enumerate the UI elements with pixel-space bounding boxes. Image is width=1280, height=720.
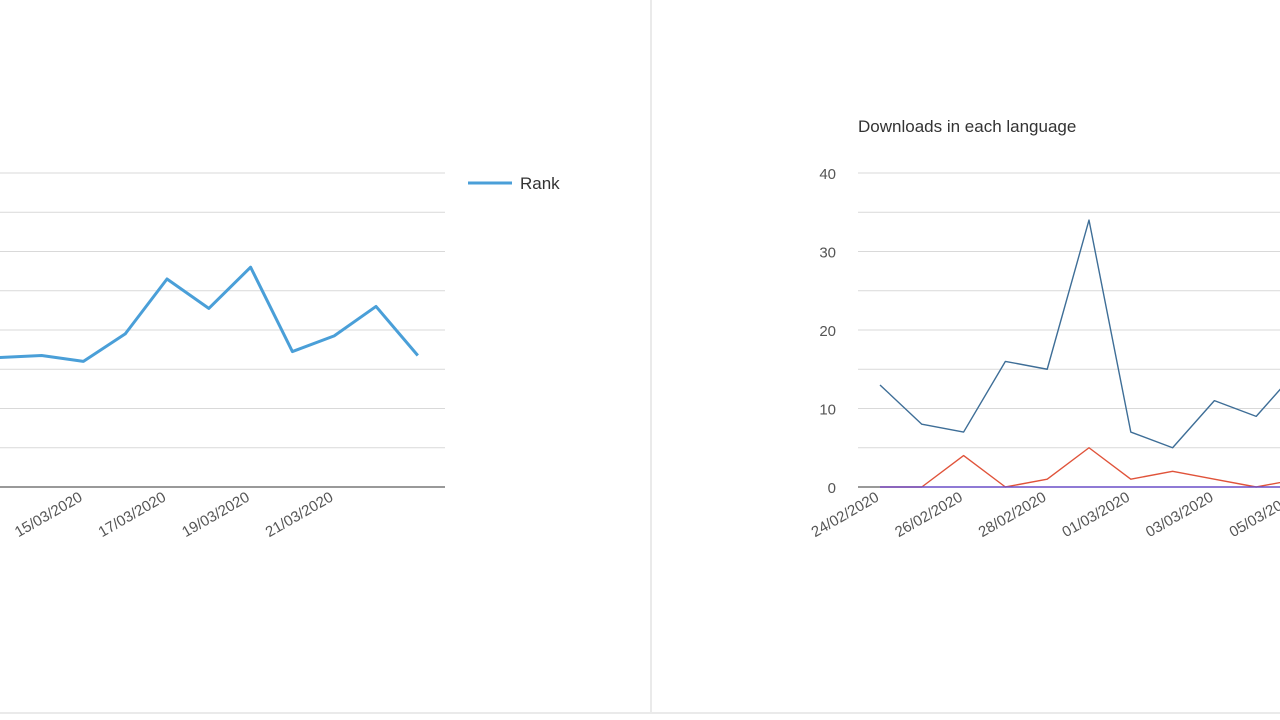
downloads-gridlines: [858, 172, 1280, 449]
downloads-y-tick-label: 0: [828, 480, 836, 497]
rank-legend[interactable]: Rank: [468, 174, 560, 193]
downloads-series-line-2: [880, 447, 1280, 488]
downloads-x-tick-label: 03/03/2020: [1143, 489, 1217, 541]
downloads-chart: Downloads in each language 0 10 20 30 40 24/…: [808, 117, 1280, 541]
rank-chart: 13/03/2020 15/03/202017/03/202019/03/2020…: [0, 172, 560, 541]
downloads-x-tick-label: 28/02/2020: [976, 489, 1050, 541]
downloads-x-tick-label: 05/03/2020: [1226, 489, 1280, 541]
downloads-y-tick-label: 20: [819, 323, 836, 340]
rank-x-tick-label: 13/03/2020: [0, 489, 2, 541]
rank-x-tick-labels: 13/03/2020 15/03/202017/03/202019/03/2020…: [0, 489, 336, 541]
rank-series-group: [0, 265, 419, 363]
downloads-series-group: [879, 219, 1280, 488]
dashboard-canvas: 13/03/2020 15/03/202017/03/202019/03/2020…: [0, 0, 1280, 714]
rank-series-line: [0, 265, 419, 363]
downloads-x-tick-label: 01/03/2020: [1059, 489, 1133, 541]
downloads-x-tick-label: 24/02/2020: [808, 489, 882, 541]
rank-x-tick-label: 15/03/2020: [12, 489, 86, 541]
downloads-y-tick-label: 10: [819, 402, 836, 419]
downloads-series-line-1: [879, 219, 1280, 449]
rank-x-tick-label: 21/03/2020: [263, 489, 337, 541]
downloads-y-tick-label: 40: [819, 166, 836, 183]
downloads-x-tick-label: 26/02/2020: [892, 489, 966, 541]
downloads-y-tick-label: 30: [819, 245, 836, 262]
rank-x-tick-label: 17/03/2020: [95, 489, 169, 541]
downloads-x-tick-labels: 24/02/2020 26/02/2020 28/02/2020 01/03/2020…: [808, 489, 1280, 541]
downloads-y-tick-labels: 0 10 20 30 40: [819, 166, 836, 497]
rank-x-tick-label: 19/03/2020: [179, 489, 253, 541]
downloads-chart-title: Downloads in each language: [858, 117, 1076, 136]
rank-legend-label: Rank: [520, 174, 560, 193]
